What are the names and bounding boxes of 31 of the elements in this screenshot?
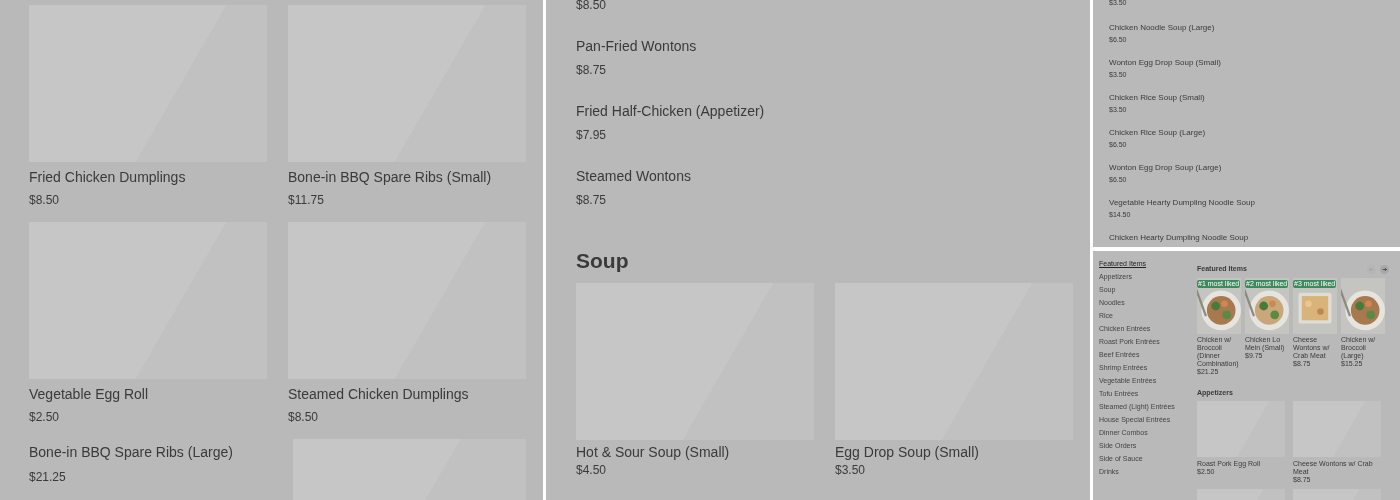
item-price: $2.50: [29, 409, 61, 426]
item-price: $4.50: [576, 461, 608, 478]
item-price: $8.50: [29, 192, 61, 209]
item-name[interactable]: Chicken Rice Soup (Small): [1109, 92, 1400, 103]
next-button[interactable]: [1380, 264, 1389, 274]
item-name[interactable]: Wonton Egg Drop Soup (Small): [1109, 57, 1400, 68]
item-price: $3.50: [835, 461, 867, 478]
item-name[interactable]: Chicken Rice Soup (Large): [1109, 127, 1400, 138]
item-name[interactable]: Vegetable Egg Roll: [29, 384, 267, 405]
item-name[interactable]: Hot & Sour Soup (Small): [576, 442, 814, 461]
item-name[interactable]: Steamed Wontons: [576, 166, 1073, 187]
item-name[interactable]: Chicken Hearty Dumpling Noodle Soup: [1109, 232, 1400, 243]
item-price: $8.50: [576, 0, 608, 14]
item-name[interactable]: Fried Half-Chicken (Appetizer): [576, 101, 1073, 122]
item-price: $21.25: [29, 469, 67, 486]
item-price: $11.75: [288, 192, 325, 209]
item-name[interactable]: Fried Chicken Dumplings: [29, 167, 267, 188]
item-name[interactable]: Chicken Noodle Soup (Large): [1109, 22, 1400, 33]
item-name[interactable]: Vegetable Hearty Dumpling Noodle Soup: [1109, 197, 1400, 208]
item-name[interactable]: Egg Drop Soup (Small): [835, 442, 1073, 461]
item-name[interactable]: Wonton Egg Drop Soup (Large): [1109, 162, 1400, 173]
item-price: $8.75: [576, 62, 608, 79]
arrow-right-icon: [1382, 266, 1387, 272]
item-name[interactable]: Bone-in BBQ Spare Ribs (Small): [288, 167, 526, 188]
item-name[interactable]: Steamed Chicken Dumplings: [288, 384, 526, 405]
item-price: $8.75: [576, 192, 608, 209]
item-price: $8.50: [288, 409, 320, 426]
item-name[interactable]: Pan-Fried Wontons: [576, 36, 1073, 57]
item-price: $7.95: [576, 127, 608, 144]
item-name[interactable]: Bone-in BBQ Spare Ribs (Large): [29, 442, 267, 463]
section-heading: Soup: [576, 248, 630, 274]
